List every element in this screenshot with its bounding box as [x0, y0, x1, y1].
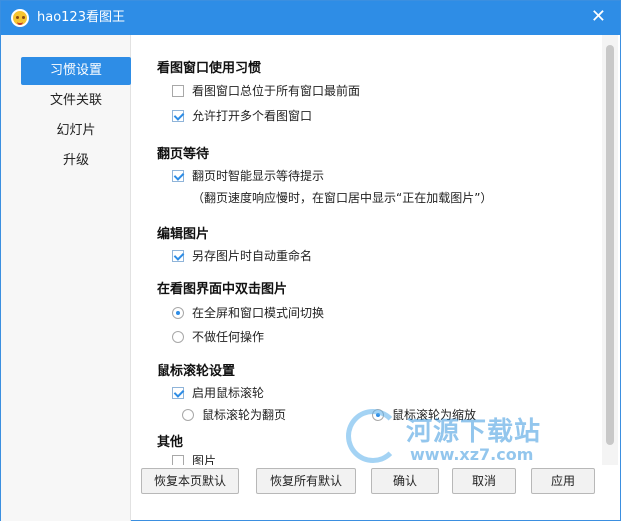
auto-rename-label: 另存图片时自动重命名 — [192, 249, 313, 263]
smart-hint-checkbox[interactable] — [172, 170, 184, 182]
sidebar-item-slideshow[interactable]: 幻灯片 — [21, 117, 131, 145]
title-bar[interactable]: hao123看图王 ✕ — [1, 1, 620, 35]
sidebar-item-upgrade[interactable]: 升级 — [21, 147, 131, 175]
auto-rename-checkbox[interactable] — [172, 250, 184, 262]
sidebar: 习惯设置 文件关联 幻灯片 升级 — [1, 35, 131, 521]
section-title-double-click: 在看图界面中双击图片 — [157, 282, 288, 297]
smart-hint-note: （翻页速度响应慢时，在窗口居中显示“正在加载图片”） — [192, 191, 493, 205]
enable-wheel-checkbox[interactable] — [172, 387, 184, 399]
restore-page-default-button[interactable]: 恢复本页默认 — [141, 468, 239, 494]
enable-wheel-label: 启用鼠标滚轮 — [192, 386, 265, 400]
scrollbar-thumb[interactable] — [606, 45, 614, 445]
toggle-fullscreen-radio[interactable] — [172, 307, 184, 319]
sidebar-item-file-assoc[interactable]: 文件关联 — [21, 87, 131, 115]
smart-hint-label: 翻页时智能显示等待提示 — [192, 169, 325, 183]
ok-button[interactable]: 确认 — [371, 468, 439, 494]
sidebar-item-habits[interactable]: 习惯设置 — [21, 57, 131, 85]
apply-button[interactable]: 应用 — [531, 468, 595, 494]
always-on-top-checkbox[interactable] — [172, 85, 184, 97]
toggle-fullscreen-label: 在全屏和窗口模式间切换 — [192, 306, 325, 320]
section-title-mouse-wheel: 鼠标滚轮设置 — [157, 364, 236, 379]
settings-window: hao123看图王 ✕ 习惯设置 文件关联 幻灯片 升级 看图窗口使用习惯 看图… — [0, 0, 621, 521]
wheel-zoom-radio[interactable] — [372, 409, 384, 421]
app-logo-icon — [11, 9, 29, 27]
no-action-label: 不做任何操作 — [192, 330, 265, 344]
always-on-top-label: 看图窗口总位于所有窗口最前面 — [192, 84, 361, 98]
no-action-radio[interactable] — [172, 331, 184, 343]
close-icon[interactable]: ✕ — [591, 8, 606, 26]
vertical-scrollbar[interactable] — [602, 35, 618, 465]
multi-window-label: 允许打开多个看图窗口 — [192, 109, 313, 123]
section-title-other: 其他 — [157, 435, 184, 450]
settings-content: 看图窗口使用习惯 看图窗口总位于所有窗口最前面 允许打开多个看图窗口 翻页等待 … — [132, 35, 602, 465]
multi-window-checkbox[interactable] — [172, 110, 184, 122]
wheel-zoom-label: 鼠标滚轮为缩放 — [392, 408, 477, 422]
window-title: hao123看图王 — [37, 10, 125, 25]
wheel-page-label: 鼠标滚轮为翻页 — [202, 408, 287, 422]
footer-buttons: 恢复本页默认 恢复所有默认 确认 取消 应用 — [132, 459, 620, 521]
cancel-button[interactable]: 取消 — [452, 468, 516, 494]
section-title-page-wait: 翻页等待 — [157, 147, 210, 162]
section-title-view-window: 看图窗口使用习惯 — [157, 61, 262, 76]
wheel-page-radio[interactable] — [182, 409, 194, 421]
restore-all-default-button[interactable]: 恢复所有默认 — [256, 468, 356, 494]
section-title-edit-image: 编辑图片 — [157, 227, 210, 242]
